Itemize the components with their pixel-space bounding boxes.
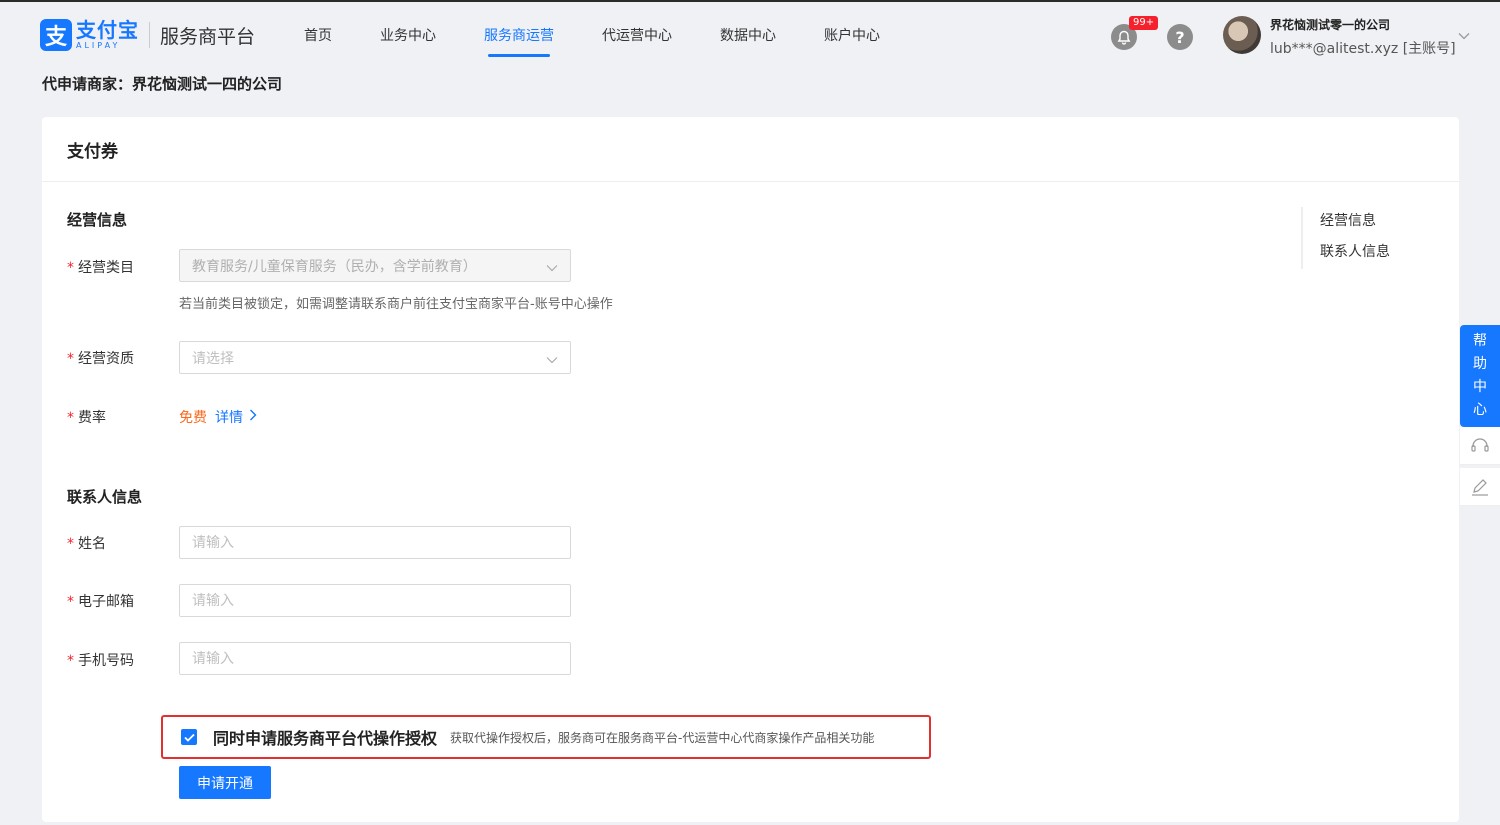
nav-item-provider-operation[interactable]: 服务商运营	[460, 2, 578, 68]
fee-label: * 费率	[67, 407, 106, 427]
nav-item-account-center[interactable]: 账户中心	[800, 2, 904, 68]
anchor-item-business[interactable]: 经营信息	[1320, 207, 1390, 238]
required-mark: *	[67, 536, 74, 552]
name-label: * 姓名	[67, 533, 106, 553]
alipay-logo-icon: 支	[40, 19, 72, 51]
help-center-char: 帮	[1473, 333, 1487, 349]
card-title: 支付券	[67, 142, 118, 162]
nav-item-business-center[interactable]: 业务中心	[356, 2, 460, 68]
anchor-item-contact[interactable]: 联系人信息	[1320, 238, 1390, 269]
label-text: 电子邮箱	[78, 594, 134, 610]
email-input[interactable]	[179, 584, 571, 617]
chevron-right-icon	[249, 409, 257, 425]
fee-detail-text: 详情	[215, 410, 243, 426]
logo-text-cn: 支付宝	[76, 18, 139, 42]
required-mark: *	[67, 594, 74, 610]
help-center-char: 助	[1473, 356, 1487, 372]
anchor-nav: 经营信息 联系人信息	[1301, 207, 1390, 269]
label-text: 姓名	[78, 536, 106, 552]
label-text: 经营资质	[78, 351, 134, 367]
auth-checkbox[interactable]	[181, 729, 197, 745]
main-nav: 首页 业务中心 服务商运营 代运营中心 数据中心 账户中心	[280, 2, 904, 68]
phone-label: * 手机号码	[67, 650, 134, 670]
help-center-char: 中	[1473, 379, 1487, 395]
help-center-button[interactable]: 帮 助 中 心	[1460, 325, 1500, 427]
required-mark: *	[67, 260, 74, 276]
edit-icon[interactable]	[1460, 468, 1500, 506]
logo-divider	[149, 22, 150, 48]
card-divider	[42, 181, 1459, 182]
help-icon[interactable]: ?	[1167, 24, 1193, 50]
section-title-contact: 联系人信息	[67, 488, 143, 506]
avatar[interactable]	[1223, 16, 1261, 54]
name-input[interactable]	[179, 526, 571, 559]
category-select[interactable]: 教育服务/儿童保育服务（民办，含学前教育）	[179, 249, 571, 282]
alipay-logo[interactable]: 支 支付宝 ALIPAY 服务商平台	[40, 19, 255, 51]
user-company-name: 界花恼测试零一的公司	[1270, 18, 1391, 32]
user-email: lub***@alitest.xyz [主账号]	[1270, 41, 1456, 57]
notification-badge: 99+	[1129, 16, 1159, 30]
nav-label: 首页	[304, 28, 332, 44]
section-title-business: 经营信息	[67, 211, 128, 229]
platform-name: 服务商平台	[160, 25, 256, 48]
qualification-placeholder: 请选择	[192, 350, 234, 367]
fee-value: 免费	[179, 410, 207, 426]
nav-label: 服务商运营	[484, 28, 554, 44]
page-title: 代申请商家：界花恼测试一四的公司	[42, 75, 283, 93]
email-label: * 电子邮箱	[67, 591, 134, 611]
qualification-label: * 经营资质	[67, 348, 134, 368]
nav-item-home[interactable]: 首页	[280, 2, 356, 68]
label-text: 手机号码	[78, 653, 134, 669]
auth-label[interactable]: 同时申请服务商平台代操作授权	[213, 725, 437, 749]
category-label: * 经营类目	[67, 257, 134, 277]
required-mark: *	[67, 410, 74, 426]
chevron-down-icon	[546, 352, 558, 368]
category-value: 教育服务/儿童保育服务（民办，含学前教育）	[192, 258, 477, 275]
auth-description: 获取代操作授权后，服务商可在服务商平台-代运营中心代商家操作产品相关功能	[450, 730, 875, 745]
chevron-down-icon[interactable]	[1458, 28, 1470, 44]
nav-label: 业务中心	[380, 28, 436, 44]
apply-button[interactable]: 申请开通	[179, 766, 271, 799]
check-icon	[183, 733, 195, 742]
logo-text-en: ALIPAY	[76, 41, 121, 50]
logo-text: 支付宝 ALIPAY	[76, 20, 139, 50]
fee-detail-link[interactable]: 详情	[215, 407, 257, 427]
phone-input[interactable]	[179, 642, 571, 675]
required-mark: *	[67, 653, 74, 669]
nav-item-agent-operation[interactable]: 代运营中心	[578, 2, 696, 68]
qualification-select[interactable]: 请选择	[179, 341, 571, 374]
nav-item-data-center[interactable]: 数据中心	[696, 2, 800, 68]
label-text: 费率	[78, 410, 106, 426]
auth-option: 同时申请服务商平台代操作授权 获取代操作授权后，服务商可在服务商平台-代运营中心…	[161, 715, 931, 759]
help-center-char: 心	[1473, 402, 1487, 418]
required-mark: *	[67, 351, 74, 367]
category-hint: 若当前类目被锁定，如需调整请联系商户前往支付宝商家平台-账号中心操作	[179, 297, 613, 312]
label-text: 经营类目	[78, 260, 134, 276]
chevron-down-icon	[546, 260, 558, 276]
nav-label: 账户中心	[824, 28, 880, 44]
headset-icon[interactable]	[1460, 427, 1500, 465]
top-header: 支 支付宝 ALIPAY 服务商平台 首页 业务中心 服务商运营 代运营中心 数…	[0, 2, 1500, 68]
nav-label: 代运营中心	[602, 28, 672, 44]
nav-label: 数据中心	[720, 28, 776, 44]
form-card: 支付券 经营信息 * 经营类目 教育服务/儿童保育服务（民办，含学前教育） 若当前…	[42, 117, 1459, 822]
